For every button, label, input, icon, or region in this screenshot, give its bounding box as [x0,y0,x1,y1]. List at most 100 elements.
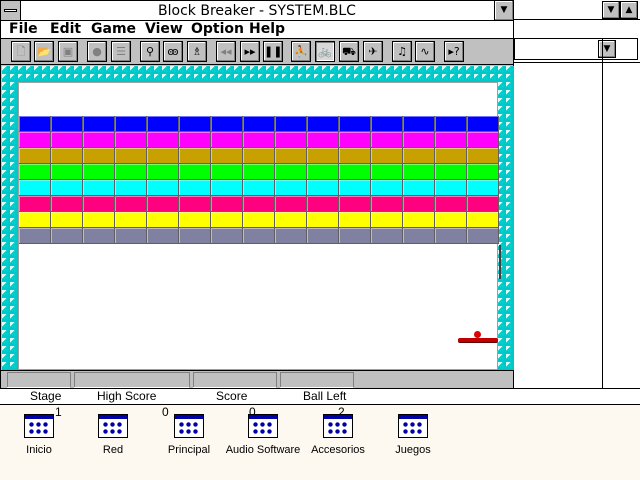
sound-wave-icon: ∿ [420,45,430,58]
brick [467,164,499,180]
score-label: Score [216,389,248,403]
brick [435,196,467,212]
brick [339,228,371,244]
new-file-button[interactable]: 🗋 [11,41,31,62]
brick [147,180,179,196]
brick [339,164,371,180]
brick [179,164,211,180]
context-help-icon: ▸? [448,45,460,58]
brick [115,148,147,164]
runner-button[interactable]: ⛹ [291,41,311,62]
brick [339,212,371,228]
fast-forward-button[interactable]: ▸▸ [240,41,260,62]
background-dropdown-button[interactable]: ▼ [602,1,620,19]
balls-left-label: Ball Left [303,389,347,403]
brick [51,196,83,212]
high-score-label: High Score [97,389,157,403]
plane-icon: ✈ [368,45,378,58]
stage-label: Stage [30,389,62,403]
title-bar[interactable]: Block Breaker - SYSTEM.BLC ▼ [1,1,513,21]
menu-view[interactable]: View [145,21,183,38]
fast-forward-icon: ▸▸ [244,45,256,58]
pause-button[interactable]: ❚❚ [263,41,283,62]
open-folder-button[interactable]: 📂 [34,41,54,62]
brick [371,132,403,148]
record-button[interactable]: ● [87,41,107,62]
brick-grid [19,116,499,244]
background-combo-arrow[interactable]: ▼ [598,40,616,58]
brick [243,228,275,244]
brick [83,164,115,180]
feet-button[interactable]: ꙭ [163,41,183,62]
program-group-icon [323,414,353,438]
menu-edit[interactable]: Edit [50,21,81,38]
brick [467,228,499,244]
brick [243,116,275,132]
brick [403,164,435,180]
brick [243,196,275,212]
context-help-button[interactable]: ▸? [444,41,464,62]
menu-help[interactable]: Help [249,21,285,38]
brick [403,228,435,244]
status-score: Score 0 [193,372,277,419]
brick [19,132,51,148]
list-button[interactable]: ☰ [111,41,131,62]
menu-file[interactable]: File [9,21,38,38]
minimize-button[interactable]: ▼ [494,1,513,20]
brick [275,212,307,228]
brick [307,132,339,148]
list-icon: ☰ [116,45,126,58]
brick [147,116,179,132]
program-group-icon [174,414,204,438]
brick [307,228,339,244]
menu-game[interactable]: Game [91,21,136,38]
bicycle-button[interactable]: 🚲 [315,41,335,62]
brick [179,180,211,196]
brick [115,132,147,148]
brick [243,148,275,164]
paddle[interactable] [458,338,498,343]
system-menu-button[interactable] [1,1,21,20]
brick [19,196,51,212]
brick [435,116,467,132]
brick [19,180,51,196]
status-bar: Stage 1 High Score 0 Score 0 Ball Left 2 [1,370,513,419]
brick [435,164,467,180]
save-disk-button[interactable]: ▣ [58,41,78,62]
brick [275,196,307,212]
brick [371,228,403,244]
brick [435,212,467,228]
menu-option[interactable]: Option [191,21,244,38]
bottle-button[interactable]: ♗ [187,41,207,62]
brick [115,228,147,244]
game-arena[interactable] [18,82,501,370]
brick [435,148,467,164]
music-note-button[interactable]: ♫ [392,41,412,62]
brick [147,148,179,164]
background-maximize-button[interactable]: ▲ [620,1,638,19]
new-file-icon: 🗋 [16,45,26,58]
brick [243,164,275,180]
status-balls-left: Ball Left 2 [280,372,354,419]
background-splitter[interactable] [602,38,603,405]
brick [307,196,339,212]
racket-button[interactable]: ⚲ [140,41,160,62]
brick [467,196,499,212]
brick [51,228,83,244]
bottle-icon: ♗ [192,45,202,58]
background-combo-box[interactable]: ▼ [514,38,638,60]
brick [211,132,243,148]
sound-wave-button[interactable]: ∿ [415,41,435,62]
brick [307,116,339,132]
rewind-button[interactable]: ◂◂ [216,41,236,62]
brick [83,116,115,132]
open-folder-icon: 📂 [37,45,51,58]
brick [467,148,499,164]
car-button[interactable]: ⛟ [339,41,359,62]
brick [435,132,467,148]
brick [19,228,51,244]
plane-button[interactable]: ✈ [363,41,383,62]
group-icon-juegos[interactable]: Juegos [365,414,461,457]
brick [371,148,403,164]
arena-side-marker [499,245,501,279]
